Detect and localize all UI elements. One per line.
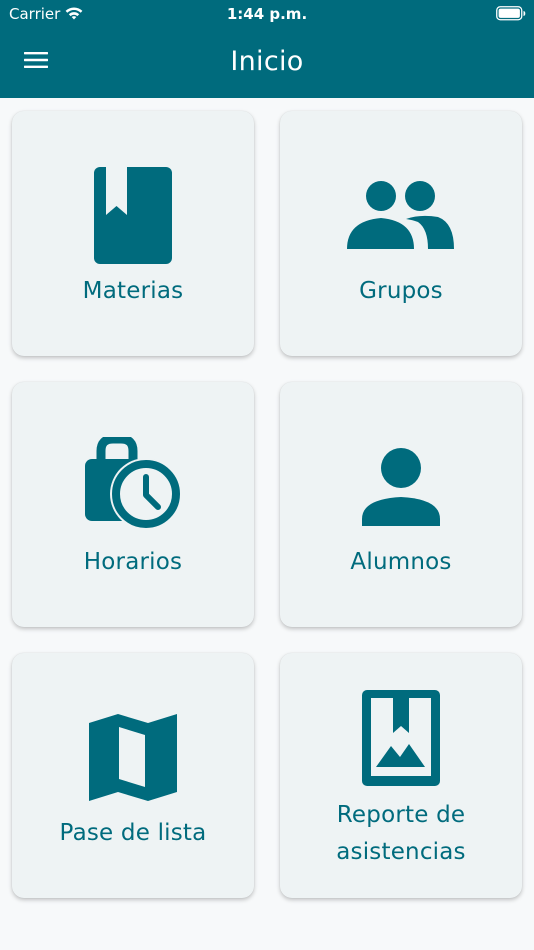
person-icon — [280, 447, 522, 527]
map-icon — [12, 713, 254, 803]
card-label: Pase de lista — [59, 820, 207, 846]
card-label: Alumnos — [350, 549, 452, 575]
card-label: Reporte de asistencias — [336, 802, 466, 865]
status-bar: Carrier 1:44 p.m. — [0, 0, 534, 28]
status-time: 1:44 p.m. — [226, 5, 308, 23]
photo-album-icon — [280, 689, 522, 787]
book-bookmark-icon — [12, 166, 254, 266]
card-pase-de-lista[interactable]: Pase de lista — [12, 653, 254, 898]
card-label: Grupos — [359, 278, 443, 304]
battery-icon — [496, 6, 526, 21]
card-reporte-de-asistencias[interactable]: Reporte de asistencias — [280, 653, 522, 898]
work-schedule-icon — [12, 437, 254, 537]
card-label: Horarios — [83, 549, 183, 575]
people-icon — [280, 181, 522, 251]
page-title: Inicio — [230, 46, 304, 77]
menu-grid: Materias Grupos Horarios Alumnos Pase de… — [12, 111, 522, 898]
card-horarios[interactable]: Horarios — [12, 382, 254, 627]
card-materias[interactable]: Materias — [12, 111, 254, 356]
app-bar: Inicio — [0, 28, 534, 98]
card-label: Materias — [82, 278, 184, 304]
card-alumnos[interactable]: Alumnos — [280, 382, 522, 627]
top-bar: Carrier 1:44 p.m. Inicio — [0, 0, 534, 98]
card-grupos[interactable]: Grupos — [280, 111, 522, 356]
